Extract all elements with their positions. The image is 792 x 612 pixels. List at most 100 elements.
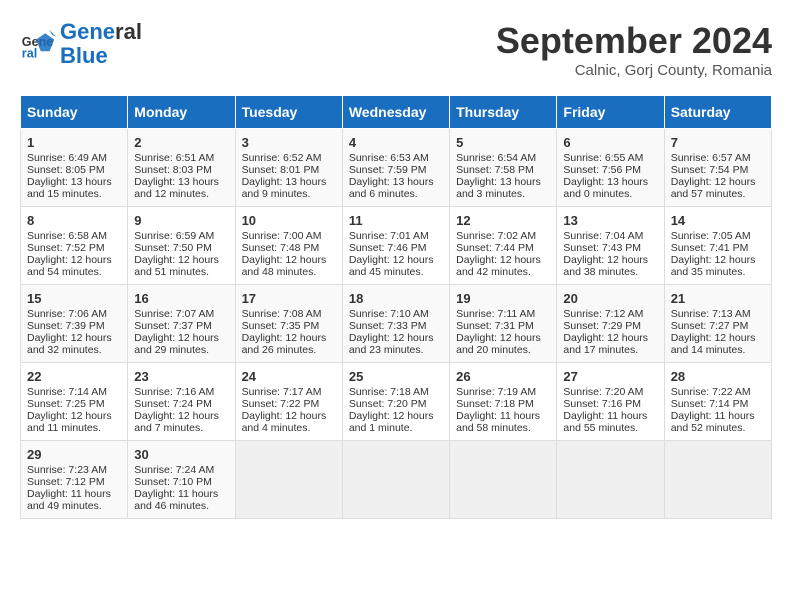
day-info-line: Daylight: 12 hours xyxy=(134,254,228,266)
day-info-line: Daylight: 13 hours xyxy=(242,176,336,188)
day-info-line: Sunrise: 7:19 AM xyxy=(456,386,550,398)
calendar-cell: 27Sunrise: 7:20 AMSunset: 7:16 PMDayligh… xyxy=(557,363,664,441)
svg-text:ral: ral xyxy=(22,47,37,61)
day-info-line: Sunset: 7:52 PM xyxy=(27,242,121,254)
calendar-cell: 17Sunrise: 7:08 AMSunset: 7:35 PMDayligh… xyxy=(235,285,342,363)
day-info-line: Sunrise: 7:08 AM xyxy=(242,308,336,320)
day-info-line: Daylight: 13 hours xyxy=(349,176,443,188)
day-info-line: Daylight: 12 hours xyxy=(242,254,336,266)
day-info-line: and 11 minutes. xyxy=(27,422,121,434)
day-info-line: and 45 minutes. xyxy=(349,266,443,278)
day-info-line: and 49 minutes. xyxy=(27,500,121,512)
day-info-line: Sunrise: 7:17 AM xyxy=(242,386,336,398)
day-info-line: Sunrise: 7:07 AM xyxy=(134,308,228,320)
logo-text: GeneralBlue xyxy=(60,20,142,68)
day-number: 2 xyxy=(134,135,228,150)
title-block: September 2024 Calnic, Gorj County, Roma… xyxy=(496,20,772,79)
day-info-line: Daylight: 12 hours xyxy=(27,410,121,422)
day-number: 16 xyxy=(134,291,228,306)
day-info-line: Sunset: 7:43 PM xyxy=(563,242,657,254)
day-info-line: Sunrise: 7:04 AM xyxy=(563,230,657,242)
calendar-cell: 29Sunrise: 7:23 AMSunset: 7:12 PMDayligh… xyxy=(21,441,128,519)
day-info-line: Sunset: 7:20 PM xyxy=(349,398,443,410)
day-header-friday: Friday xyxy=(557,96,664,129)
day-info-line: Sunset: 7:46 PM xyxy=(349,242,443,254)
day-info-line: Sunset: 7:31 PM xyxy=(456,320,550,332)
page-header: Gene ral GeneralBlue September 2024 Caln… xyxy=(20,20,772,79)
calendar-cell: 16Sunrise: 7:07 AMSunset: 7:37 PMDayligh… xyxy=(128,285,235,363)
day-info-line: Sunrise: 6:55 AM xyxy=(563,152,657,164)
day-number: 17 xyxy=(242,291,336,306)
day-info-line: Sunset: 7:33 PM xyxy=(349,320,443,332)
day-info-line: Sunset: 7:12 PM xyxy=(27,476,121,488)
day-info-line: Daylight: 12 hours xyxy=(563,254,657,266)
day-info-line: Sunrise: 7:01 AM xyxy=(349,230,443,242)
calendar-cell: 26Sunrise: 7:19 AMSunset: 7:18 PMDayligh… xyxy=(450,363,557,441)
day-number: 7 xyxy=(671,135,765,150)
day-info-line: and 4 minutes. xyxy=(242,422,336,434)
calendar-cell xyxy=(342,441,449,519)
day-info-line: Sunset: 7:18 PM xyxy=(456,398,550,410)
day-info-line: Daylight: 12 hours xyxy=(27,332,121,344)
day-header-saturday: Saturday xyxy=(664,96,771,129)
calendar-cell: 18Sunrise: 7:10 AMSunset: 7:33 PMDayligh… xyxy=(342,285,449,363)
day-info-line: and 7 minutes. xyxy=(134,422,228,434)
day-info-line: Sunrise: 7:00 AM xyxy=(242,230,336,242)
day-info-line: Sunrise: 7:13 AM xyxy=(671,308,765,320)
day-header-tuesday: Tuesday xyxy=(235,96,342,129)
calendar-cell: 19Sunrise: 7:11 AMSunset: 7:31 PMDayligh… xyxy=(450,285,557,363)
calendar-cell: 21Sunrise: 7:13 AMSunset: 7:27 PMDayligh… xyxy=(664,285,771,363)
day-number: 26 xyxy=(456,369,550,384)
day-number: 10 xyxy=(242,213,336,228)
day-info-line: and 6 minutes. xyxy=(349,188,443,200)
calendar-cell: 14Sunrise: 7:05 AMSunset: 7:41 PMDayligh… xyxy=(664,207,771,285)
day-number: 29 xyxy=(27,447,121,462)
day-info-line: and 46 minutes. xyxy=(134,500,228,512)
day-number: 25 xyxy=(349,369,443,384)
day-info-line: and 54 minutes. xyxy=(27,266,121,278)
day-info-line: Sunrise: 6:57 AM xyxy=(671,152,765,164)
day-info-line: Daylight: 12 hours xyxy=(563,332,657,344)
day-header-thursday: Thursday xyxy=(450,96,557,129)
day-info-line: and 32 minutes. xyxy=(27,344,121,356)
calendar-cell xyxy=(664,441,771,519)
calendar-cell: 20Sunrise: 7:12 AMSunset: 7:29 PMDayligh… xyxy=(557,285,664,363)
day-info-line: and 17 minutes. xyxy=(563,344,657,356)
calendar-cell: 10Sunrise: 7:00 AMSunset: 7:48 PMDayligh… xyxy=(235,207,342,285)
day-number: 20 xyxy=(563,291,657,306)
calendar-header: SundayMondayTuesdayWednesdayThursdayFrid… xyxy=(21,96,772,129)
logo: Gene ral GeneralBlue xyxy=(20,20,142,68)
day-info-line: Sunrise: 7:14 AM xyxy=(27,386,121,398)
day-info-line: Sunrise: 6:59 AM xyxy=(134,230,228,242)
day-info-line: and 35 minutes. xyxy=(671,266,765,278)
day-info-line: and 23 minutes. xyxy=(349,344,443,356)
day-info-line: Sunset: 7:25 PM xyxy=(27,398,121,410)
day-info-line: Sunrise: 7:22 AM xyxy=(671,386,765,398)
day-info-line: Sunrise: 7:05 AM xyxy=(671,230,765,242)
day-number: 13 xyxy=(563,213,657,228)
month-title: September 2024 xyxy=(496,20,772,62)
day-info-line: and 42 minutes. xyxy=(456,266,550,278)
day-number: 30 xyxy=(134,447,228,462)
day-info-line: Sunset: 7:56 PM xyxy=(563,164,657,176)
day-info-line: Daylight: 13 hours xyxy=(134,176,228,188)
day-info-line: Sunrise: 7:10 AM xyxy=(349,308,443,320)
calendar-cell: 25 Sunrise: 7:18 AMSunset: 7:20 PMDayligh… xyxy=(342,363,449,441)
day-info-line: Sunset: 7:39 PM xyxy=(27,320,121,332)
day-info-line: Sunset: 7:37 PM xyxy=(134,320,228,332)
day-info-line: Sunrise: 7:23 AM xyxy=(27,464,121,476)
day-info-line: and 12 minutes. xyxy=(134,188,228,200)
calendar-cell: 9Sunrise: 6:59 AMSunset: 7:50 PMDaylight… xyxy=(128,207,235,285)
day-info-line: Sunrise: 7:16 AM xyxy=(134,386,228,398)
calendar-cell: 4Sunrise: 6:53 AMSunset: 7:59 PMDaylight… xyxy=(342,129,449,207)
day-info-line: Sunrise: 7:18 AM xyxy=(349,386,443,398)
day-number: 9 xyxy=(134,213,228,228)
day-info-line: and 3 minutes. xyxy=(456,188,550,200)
day-info-line: Sunrise: 6:54 AM xyxy=(456,152,550,164)
day-info-line: Daylight: 12 hours xyxy=(349,410,443,422)
day-info-line: Daylight: 12 hours xyxy=(27,254,121,266)
day-info-line: Sunrise: 6:53 AM xyxy=(349,152,443,164)
day-number: 4 xyxy=(349,135,443,150)
day-info-line: Sunset: 7:22 PM xyxy=(242,398,336,410)
day-info-line: Sunrise: 7:11 AM xyxy=(456,308,550,320)
